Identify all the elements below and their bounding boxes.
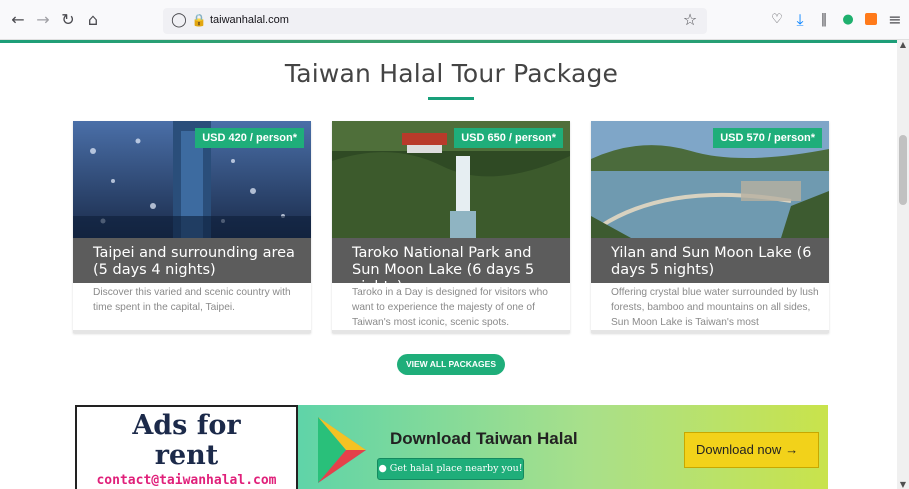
library-icon[interactable]: ‖	[815, 11, 833, 29]
ads-line1: Ads for	[132, 410, 241, 441]
forward-icon[interactable]: →	[34, 11, 52, 29]
home-icon[interactable]: ⌂	[84, 11, 102, 29]
package-title[interactable]: Taroko National Park and Sun Moon Lake (…	[332, 238, 570, 295]
scroll-thumb[interactable]	[899, 135, 907, 205]
download-title: Download Taiwan Halal	[390, 429, 578, 448]
ads-line2: rent	[154, 440, 219, 471]
page-scrollbar[interactable]: ▲ ▼	[897, 40, 909, 489]
ads-for-rent-box[interactable]: Ads for rent contact@taiwanhalal.com	[75, 405, 298, 489]
menu-icon[interactable]: ≡	[886, 11, 904, 29]
package-title[interactable]: Yilan and Sun Moon Lake (6 days 5 nights…	[591, 238, 829, 283]
download-icon[interactable]: ⤓	[791, 11, 809, 29]
price-badge: USD 570 / person*	[713, 128, 822, 148]
star-icon[interactable]: ☆	[681, 11, 699, 29]
scroll-down-icon[interactable]: ▼	[897, 480, 909, 489]
package-title[interactable]: Taipei and surrounding area (5 days 4 ni…	[73, 238, 311, 283]
page-content: Taiwan Halal Tour Package USD 420 / pers…	[0, 43, 897, 489]
play-store-icon	[318, 417, 366, 483]
extension-sc-icon[interactable]	[862, 11, 880, 29]
browser-toolbar: ← → ↻ ⌂ ◯ 🔒 taiwanhalal.com ☆ ♡ ⤓ ‖ ● ≡	[0, 0, 909, 40]
url-text[interactable]: taiwanhalal.com	[210, 14, 289, 26]
price-badge: USD 420 / person*	[195, 128, 304, 148]
package-description: Discover this varied and scenic country …	[93, 287, 291, 313]
section-title: Taiwan Halal Tour Package	[284, 59, 619, 88]
price-badge: USD 650 / person*	[454, 128, 563, 148]
arrow-right-icon: →	[785, 442, 799, 457]
extension-green-icon[interactable]: ●	[839, 11, 857, 29]
package-description: Offering crystal blue water surrounded b…	[611, 287, 819, 328]
package-card-taipei[interactable]: USD 420 / person* Taipei and surrounding…	[73, 121, 311, 333]
view-all-packages-button[interactable]: VIEW ALL PACKAGES	[397, 354, 505, 375]
title-underline	[428, 97, 474, 100]
package-description: Taroko in a Day is designed for visitors…	[352, 287, 548, 328]
package-card-taroko[interactable]: USD 650 / person* Taroko National Park a…	[332, 121, 570, 333]
pocket-icon[interactable]: ♡	[768, 11, 786, 29]
download-now-button[interactable]: Download now →	[684, 432, 819, 468]
lock-icon[interactable]: 🔒	[190, 11, 208, 29]
ads-heading: Ads for rent	[77, 411, 296, 471]
reload-icon[interactable]: ↻	[59, 11, 77, 29]
download-now-label: Download now	[696, 442, 782, 457]
contact-email[interactable]: contact@taiwanhalal.com	[77, 473, 296, 488]
scroll-up-icon[interactable]: ▲	[897, 40, 909, 49]
nearby-label: Get halal place nearby you!	[389, 463, 523, 474]
back-icon[interactable]: ←	[9, 11, 27, 29]
package-card-yilan[interactable]: USD 570 / person* Yilan and Sun Moon Lak…	[591, 121, 829, 333]
shield-icon[interactable]: ◯	[170, 11, 188, 29]
map-pin-icon: ●	[378, 463, 387, 474]
nearby-halal-button[interactable]: ● Get halal place nearby you!	[377, 458, 524, 480]
